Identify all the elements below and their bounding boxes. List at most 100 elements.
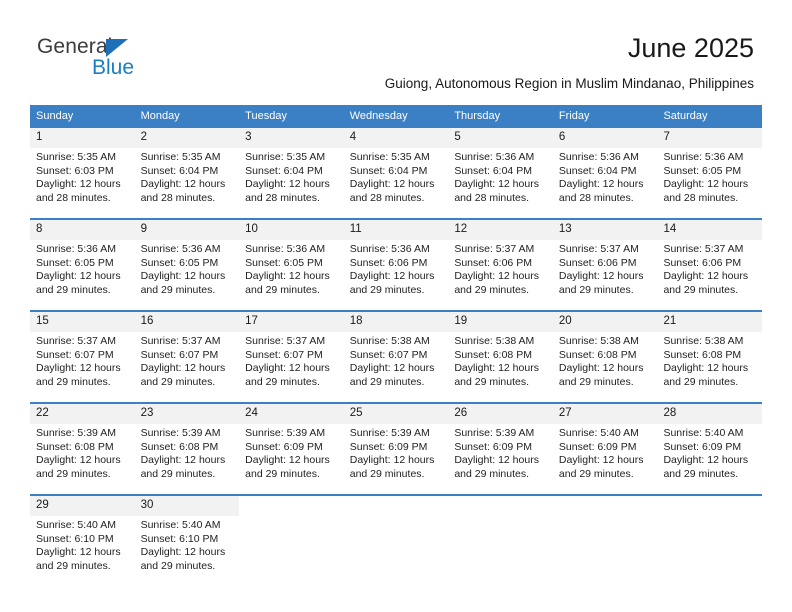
daylight-text-line1: Daylight: 12 hours xyxy=(245,454,330,467)
day-details: Sunrise: 5:37 AM Sunset: 6:07 PM Dayligh… xyxy=(30,332,135,389)
day-cell[interactable]: 1 Sunrise: 5:35 AM Sunset: 6:03 PM Dayli… xyxy=(30,128,135,218)
day-cell[interactable]: 20 Sunrise: 5:38 AM Sunset: 6:08 PM Dayl… xyxy=(552,312,658,402)
sunrise-text: Sunrise: 5:36 AM xyxy=(349,243,430,255)
sunrise-text: Sunrise: 5:35 AM xyxy=(36,151,116,163)
day-details: Sunrise: 5:39 AM Sunset: 6:09 PM Dayligh… xyxy=(344,424,449,481)
day-cell[interactable]: 15 Sunrise: 5:37 AM Sunset: 6:07 PM Dayl… xyxy=(30,312,135,402)
day-cell[interactable]: 16 Sunrise: 5:37 AM Sunset: 6:07 PM Dayl… xyxy=(134,312,240,402)
sunrise-text: Sunrise: 5:40 AM xyxy=(558,427,639,439)
day-details: Sunrise: 5:40 AM Sunset: 6:09 PM Dayligh… xyxy=(657,424,762,481)
sunrise-text: Sunrise: 5:37 AM xyxy=(36,335,116,347)
day-number xyxy=(239,496,344,516)
daylight-text-line1: Daylight: 12 hours xyxy=(140,362,226,375)
sunset-text: Sunset: 6:10 PM xyxy=(140,532,219,545)
day-cell[interactable]: 17 Sunrise: 5:37 AM Sunset: 6:07 PM Dayl… xyxy=(239,312,344,402)
day-cell[interactable]: 25 Sunrise: 5:39 AM Sunset: 6:09 PM Dayl… xyxy=(343,404,449,494)
day-number xyxy=(657,496,763,516)
dow-header-saturday: Saturday xyxy=(663,110,708,122)
week-row: 15 Sunrise: 5:37 AM Sunset: 6:07 PM Dayl… xyxy=(30,310,763,402)
day-number xyxy=(448,496,553,516)
day-number: 24 xyxy=(239,404,344,424)
daylight-text-line2: and 29 minutes. xyxy=(663,467,739,480)
daylight-text-line2: and 29 minutes. xyxy=(36,375,111,388)
daylight-text-line2: and 29 minutes. xyxy=(245,283,320,296)
daylight-text-line1: Daylight: 12 hours xyxy=(349,454,435,467)
day-cell[interactable]: 19 Sunrise: 5:38 AM Sunset: 6:08 PM Dayl… xyxy=(448,312,553,402)
sunset-text: Sunset: 6:04 PM xyxy=(558,164,637,177)
day-number: 23 xyxy=(134,404,240,424)
dow-header-wednesday: Wednesday xyxy=(349,110,408,122)
day-cell[interactable]: 4 Sunrise: 5:35 AM Sunset: 6:04 PM Dayli… xyxy=(343,128,449,218)
day-cell[interactable]: 30 Sunrise: 5:40 AM Sunset: 6:10 PM Dayl… xyxy=(134,496,240,586)
day-of-week-header-row: Sunday Monday Tuesday Wednesday Thursday… xyxy=(30,105,762,128)
sunset-text: Sunset: 6:04 PM xyxy=(349,164,428,177)
day-details: Sunrise: 5:38 AM Sunset: 6:08 PM Dayligh… xyxy=(448,332,553,389)
day-number: 5 xyxy=(448,128,553,148)
day-number xyxy=(343,496,449,516)
day-cell[interactable]: 13 Sunrise: 5:37 AM Sunset: 6:06 PM Dayl… xyxy=(552,220,658,310)
day-details: Sunrise: 5:36 AM Sunset: 6:05 PM Dayligh… xyxy=(657,148,762,205)
daylight-text-line1: Daylight: 12 hours xyxy=(36,178,121,191)
daylight-text-line1: Daylight: 12 hours xyxy=(140,270,226,283)
day-details: Sunrise: 5:36 AM Sunset: 6:05 PM Dayligh… xyxy=(239,240,344,297)
day-details: Sunrise: 5:39 AM Sunset: 6:09 PM Dayligh… xyxy=(448,424,553,481)
day-cell[interactable]: 29 Sunrise: 5:40 AM Sunset: 6:10 PM Dayl… xyxy=(30,496,135,586)
sunset-text: Sunset: 6:04 PM xyxy=(140,164,219,177)
sunset-text: Sunset: 6:09 PM xyxy=(663,440,742,453)
day-cell[interactable]: 21 Sunrise: 5:38 AM Sunset: 6:08 PM Dayl… xyxy=(657,312,763,402)
daylight-text-line1: Daylight: 12 hours xyxy=(663,270,749,283)
sunrise-text: Sunrise: 5:40 AM xyxy=(36,519,116,531)
daylight-text-line1: Daylight: 12 hours xyxy=(454,362,539,375)
daylight-text-line2: and 29 minutes. xyxy=(558,375,634,388)
daylight-text-line1: Daylight: 12 hours xyxy=(349,270,435,283)
day-cell[interactable]: 26 Sunrise: 5:39 AM Sunset: 6:09 PM Dayl… xyxy=(448,404,553,494)
daylight-text-line2: and 29 minutes. xyxy=(245,375,320,388)
daylight-text-line1: Daylight: 12 hours xyxy=(36,362,121,375)
sunset-text: Sunset: 6:05 PM xyxy=(245,256,323,269)
day-details: Sunrise: 5:39 AM Sunset: 6:09 PM Dayligh… xyxy=(239,424,344,481)
day-cell[interactable]: 3 Sunrise: 5:35 AM Sunset: 6:04 PM Dayli… xyxy=(239,128,344,218)
day-cell[interactable]: 23 Sunrise: 5:39 AM Sunset: 6:08 PM Dayl… xyxy=(134,404,240,494)
day-cell[interactable]: 9 Sunrise: 5:36 AM Sunset: 6:05 PM Dayli… xyxy=(134,220,240,310)
generalblue-logo[interactable]: General Blue xyxy=(37,36,277,84)
day-cell[interactable]: 5 Sunrise: 5:36 AM Sunset: 6:04 PM Dayli… xyxy=(448,128,553,218)
week-row: 8 Sunrise: 5:36 AM Sunset: 6:05 PM Dayli… xyxy=(30,218,763,310)
day-cell[interactable]: 10 Sunrise: 5:36 AM Sunset: 6:05 PM Dayl… xyxy=(239,220,344,310)
sunrise-text: Sunrise: 5:36 AM xyxy=(663,151,744,163)
daylight-text-line1: Daylight: 12 hours xyxy=(558,178,644,191)
day-cell[interactable]: 28 Sunrise: 5:40 AM Sunset: 6:09 PM Dayl… xyxy=(657,404,763,494)
logo-text-blue: Blue xyxy=(92,56,135,79)
day-cell[interactable]: 22 Sunrise: 5:39 AM Sunset: 6:08 PM Dayl… xyxy=(30,404,135,494)
day-cell[interactable]: 24 Sunrise: 5:39 AM Sunset: 6:09 PM Dayl… xyxy=(239,404,344,494)
sunset-text: Sunset: 6:07 PM xyxy=(349,348,428,361)
day-number: 18 xyxy=(343,312,449,332)
daylight-text-line2: and 28 minutes. xyxy=(558,191,634,204)
day-cell[interactable]: 11 Sunrise: 5:36 AM Sunset: 6:06 PM Dayl… xyxy=(343,220,449,310)
day-cell-empty xyxy=(343,496,449,586)
daylight-text-line2: and 28 minutes. xyxy=(349,191,425,204)
sunset-text: Sunset: 6:06 PM xyxy=(663,256,742,269)
day-number: 30 xyxy=(134,496,240,516)
daylight-text-line2: and 28 minutes. xyxy=(245,191,320,204)
day-cell[interactable]: 8 Sunrise: 5:36 AM Sunset: 6:05 PM Dayli… xyxy=(30,220,135,310)
day-number: 21 xyxy=(657,312,763,332)
day-cell[interactable]: 7 Sunrise: 5:36 AM Sunset: 6:05 PM Dayli… xyxy=(657,128,763,218)
day-details: Sunrise: 5:38 AM Sunset: 6:07 PM Dayligh… xyxy=(344,332,449,389)
day-cell[interactable]: 18 Sunrise: 5:38 AM Sunset: 6:07 PM Dayl… xyxy=(343,312,449,402)
daylight-text-line1: Daylight: 12 hours xyxy=(245,270,330,283)
daylight-text-line1: Daylight: 12 hours xyxy=(36,454,121,467)
day-cell[interactable]: 12 Sunrise: 5:37 AM Sunset: 6:06 PM Dayl… xyxy=(448,220,553,310)
daylight-text-line2: and 29 minutes. xyxy=(663,375,739,388)
sunrise-text: Sunrise: 5:36 AM xyxy=(454,151,535,163)
day-cell[interactable]: 14 Sunrise: 5:37 AM Sunset: 6:06 PM Dayl… xyxy=(657,220,763,310)
day-details: Sunrise: 5:36 AM Sunset: 6:04 PM Dayligh… xyxy=(553,148,658,205)
sunset-text: Sunset: 6:04 PM xyxy=(454,164,532,177)
day-cell[interactable]: 6 Sunrise: 5:36 AM Sunset: 6:04 PM Dayli… xyxy=(552,128,658,218)
sunrise-text: Sunrise: 5:40 AM xyxy=(140,519,221,531)
day-number: 8 xyxy=(30,220,135,240)
daylight-text-line1: Daylight: 12 hours xyxy=(245,178,330,191)
day-cell[interactable]: 2 Sunrise: 5:35 AM Sunset: 6:04 PM Dayli… xyxy=(134,128,240,218)
sunset-text: Sunset: 6:07 PM xyxy=(36,348,114,361)
day-cell[interactable]: 27 Sunrise: 5:40 AM Sunset: 6:09 PM Dayl… xyxy=(552,404,658,494)
day-number: 7 xyxy=(657,128,763,148)
